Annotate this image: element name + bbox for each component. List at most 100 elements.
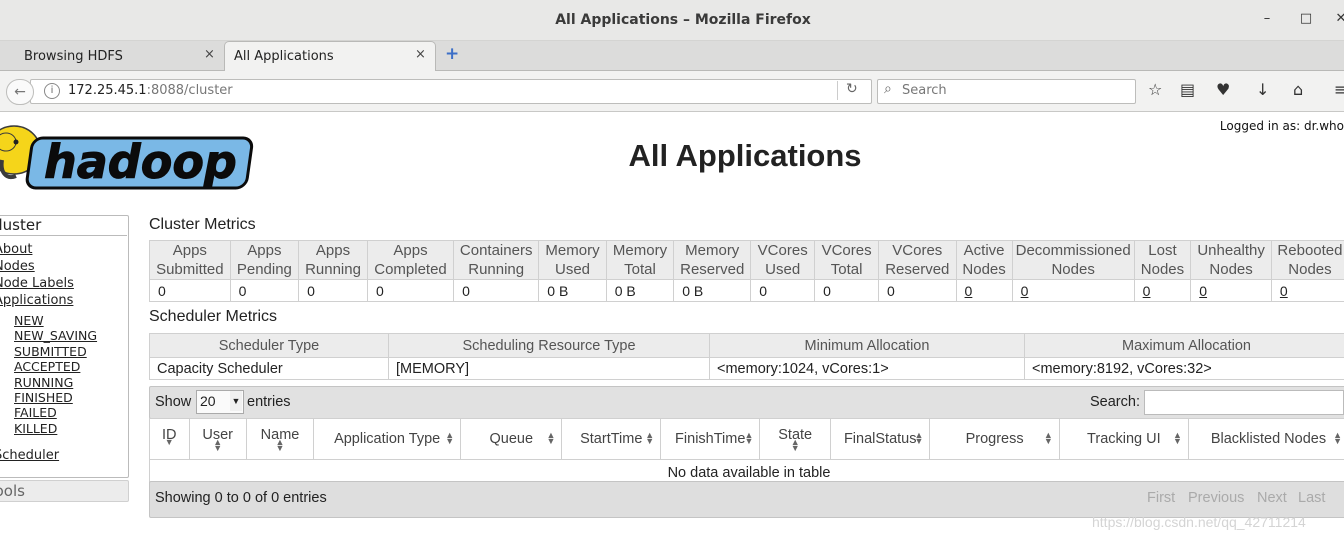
cluster-metric-value: 0 xyxy=(453,279,540,302)
sidebar-state-new[interactable]: NEW xyxy=(14,313,44,328)
cluster-metric-header-line: Pending xyxy=(236,261,292,278)
sidebar-link-scheduler[interactable]: Scheduler xyxy=(0,448,59,463)
column-header-label: Tracking UI xyxy=(1087,431,1161,447)
url-text[interactable]: 172.25.45.1:8088/cluster xyxy=(68,83,233,98)
column-header-sortable[interactable]: State ▲ ▼ xyxy=(759,418,832,460)
site-info-icon[interactable]: i xyxy=(44,83,60,99)
cluster-metric-value: 0 xyxy=(1133,279,1192,302)
tab-all-applications[interactable]: All Applications × xyxy=(224,41,436,71)
url-path: :8088/cluster xyxy=(146,83,233,98)
scheduler-value-cell: [MEMORY] xyxy=(388,357,710,380)
bookmark-star-icon[interactable]: ☆ xyxy=(1148,80,1162,99)
reload-icon[interactable]: ↻ xyxy=(846,81,858,97)
menu-hamburger-icon[interactable]: ≡ xyxy=(1334,80,1344,99)
column-header-sortable[interactable]: Name ▲ ▼ xyxy=(245,418,315,460)
show-label: Show xyxy=(155,394,192,410)
cluster-metric-header-line: Reserved xyxy=(680,261,745,278)
chevron-down-icon: ▼ xyxy=(230,391,242,411)
tab-close-icon[interactable]: × xyxy=(204,47,215,62)
sidebar-state-new-saving[interactable]: NEW_SAVING xyxy=(14,328,97,343)
tab-browsing-hdfs[interactable]: Browsing HDFS × xyxy=(0,42,222,71)
minimize-button[interactable]: – xyxy=(1260,12,1274,26)
cluster-metric-header-line: Total xyxy=(624,261,656,278)
column-header-sortable[interactable]: FinalStatus ▲ ▼ xyxy=(830,418,931,460)
sort-icon: ▲ ▼ xyxy=(275,437,285,453)
cluster-metric-header: Memory Used xyxy=(538,240,607,280)
cluster-metric-value: 0 xyxy=(750,279,816,302)
table-search-input[interactable] xyxy=(1144,390,1344,415)
cluster-metrics-table: Apps Submitted Apps Pending Apps Running Apps C… xyxy=(149,240,1344,302)
scheduler-metrics-table: Scheduler Type Scheduling Resource Type … xyxy=(149,333,1344,380)
scheduler-header-cell: Minimum Allocation xyxy=(709,333,1025,358)
tab-close-icon[interactable]: × xyxy=(415,47,426,62)
downloads-arrow-icon[interactable]: ↓ xyxy=(1256,80,1269,99)
cluster-metric-header: Lost Nodes xyxy=(1133,240,1192,280)
cluster-metric-header-line: Nodes xyxy=(1140,261,1185,278)
sidebar-state-failed[interactable]: FAILED xyxy=(14,405,57,420)
pager-previous-button[interactable]: Previous xyxy=(1188,490,1244,506)
close-window-button[interactable]: ✕ xyxy=(1334,12,1344,26)
cluster-metric-value: 0 xyxy=(1190,279,1272,302)
table-search-label: Search: xyxy=(1090,394,1140,410)
back-arrow-icon[interactable]: ← xyxy=(6,79,34,105)
sidebar-link-nodes[interactable]: Nodes xyxy=(0,259,35,274)
reading-list-icon[interactable]: ▤ xyxy=(1180,80,1195,99)
cluster-metric-header-line: Reserved xyxy=(885,261,950,278)
scheduler-metrics-title: Scheduler Metrics xyxy=(149,308,278,325)
cluster-metric-header: Active Nodes xyxy=(955,240,1013,280)
column-header-sortable[interactable]: Application Type ▲ ▼ xyxy=(313,418,462,460)
cluster-metric-header: Apps Pending xyxy=(229,240,300,280)
cluster-metric-header: Apps Running xyxy=(298,240,368,280)
page-title: All Applications xyxy=(628,138,862,173)
column-header-sortable[interactable]: FinishTime ▲ ▼ xyxy=(660,418,761,460)
column-header-sortable[interactable]: StartTime ▲ ▼ xyxy=(561,418,662,460)
cluster-metric-link[interactable]: 0 xyxy=(1143,283,1151,299)
column-header-sortable[interactable]: User ▲ ▼ xyxy=(188,418,247,460)
column-header-sortable[interactable]: Blacklisted Nodes ▲ ▼ xyxy=(1187,418,1344,460)
cluster-metric-value: 0 xyxy=(1270,279,1344,302)
sidebar-state-accepted[interactable]: ACCEPTED xyxy=(14,359,80,374)
column-header-sortable[interactable]: Queue ▲ ▼ xyxy=(460,418,563,460)
sidebar-state-submitted[interactable]: SUBMITTED xyxy=(14,344,87,359)
column-header-sortable[interactable]: Progress ▲ ▼ xyxy=(929,418,1060,460)
url-host: 172.25.45.1 xyxy=(68,83,147,98)
cluster-metric-value: 0 xyxy=(298,279,368,302)
sidebar-tools-heading[interactable]: Tools xyxy=(0,482,25,500)
pager-first-button[interactable]: First xyxy=(1147,490,1175,506)
sort-icon: ▲ ▼ xyxy=(445,430,455,446)
sidebar-state-finished[interactable]: FINISHED xyxy=(14,390,73,405)
cluster-metric-header-line: Running xyxy=(305,261,361,278)
cluster-metric-header: VCores Used xyxy=(750,240,816,280)
window-title: All Applications – Mozilla Firefox xyxy=(555,12,811,28)
sidebar-state-killed[interactable]: KILLED xyxy=(14,421,57,436)
sidebar-link-node-labels[interactable]: Node Labels xyxy=(0,276,74,291)
maximize-button[interactable]: □ xyxy=(1299,12,1313,26)
column-header-sortable[interactable]: ID ▼ xyxy=(149,418,190,460)
cluster-metric-header-line: Apps xyxy=(393,242,428,259)
cluster-metric-link[interactable]: 0 xyxy=(1280,283,1288,299)
sidebar-link-applications[interactable]: Applications xyxy=(0,293,73,308)
pager-last-button[interactable]: Last xyxy=(1298,490,1325,506)
pager-next-button[interactable]: Next xyxy=(1257,490,1287,506)
cluster-metric-link[interactable]: 0 xyxy=(1199,283,1207,299)
sidebar-link-about[interactable]: About xyxy=(0,242,32,257)
sidebar-divider xyxy=(0,235,127,236)
column-header-sortable[interactable]: Tracking UI ▲ ▼ xyxy=(1058,418,1189,460)
cluster-metric-header-line: Total xyxy=(830,261,863,278)
cluster-metric-value: 0 B xyxy=(605,279,675,302)
cluster-metric-header-line: Memory xyxy=(545,242,600,259)
cluster-metric-header-line: Rebooted xyxy=(1277,242,1343,259)
pocket-icon[interactable]: ♥ xyxy=(1216,80,1230,99)
cluster-metric-link[interactable]: 0 xyxy=(1021,283,1029,299)
home-icon[interactable]: ⌂ xyxy=(1293,80,1303,99)
scheduler-value-cell: <memory:8192, vCores:32> xyxy=(1024,357,1344,380)
cluster-metric-header-line: Decommissioned xyxy=(1015,242,1131,259)
page-size-select[interactable]: 20 ▼ xyxy=(196,390,244,414)
column-header-label: StartTime xyxy=(580,431,643,447)
new-tab-button[interactable]: + xyxy=(445,44,459,64)
cluster-metric-link[interactable]: 0 xyxy=(965,283,973,299)
sidebar-heading[interactable]: Cluster xyxy=(0,216,41,234)
cluster-metrics-title: Cluster Metrics xyxy=(149,216,256,233)
sidebar-state-running[interactable]: RUNNING xyxy=(14,375,73,390)
cluster-metric-header: Memory Reserved xyxy=(673,240,752,280)
